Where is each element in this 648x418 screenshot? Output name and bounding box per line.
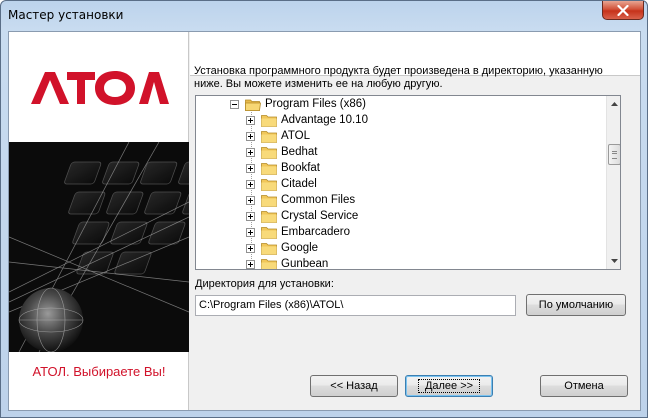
default-path-button[interactable]: По умолчанию <box>526 294 626 316</box>
cancel-button[interactable]: Отмена <box>540 375 628 397</box>
scroll-up-button[interactable] <box>607 96 620 112</box>
folder-icon <box>261 194 277 207</box>
expand-icon[interactable] <box>246 163 255 173</box>
tree-item-label: Bookfat <box>281 162 320 174</box>
install-dir-input[interactable]: C:\Program Files (x86)\ATOL\ <box>195 295 516 316</box>
collapse-icon[interactable] <box>230 99 239 109</box>
tree-item-label: Google <box>281 242 319 254</box>
tree-item[interactable]: Citadel <box>246 176 317 192</box>
expand-icon[interactable] <box>246 131 255 141</box>
arrow-down-icon <box>611 259 618 263</box>
window-title: Мастер установки <box>8 8 124 22</box>
expand-icon[interactable] <box>246 115 255 125</box>
side-banner: АТОЛ. Выбираете Вы! <box>9 32 189 410</box>
folder-icon <box>261 178 277 191</box>
expand-icon[interactable] <box>246 227 255 237</box>
tree-item-label: Gunbean <box>281 258 329 270</box>
tree-item-label: Program Files (x86) <box>265 98 366 110</box>
expand-icon[interactable] <box>246 179 255 189</box>
description-text: Установка программного продукта будет пр… <box>194 65 603 90</box>
expand-icon[interactable] <box>246 259 255 269</box>
expand-icon[interactable] <box>246 243 255 253</box>
tree-item[interactable]: ATOL <box>246 128 310 144</box>
folder-icon <box>261 242 277 255</box>
atol-logo <box>31 71 169 105</box>
arrow-up-icon <box>611 102 618 106</box>
install-dir-label: Директория для установки: <box>195 278 334 290</box>
expand-icon[interactable] <box>246 147 255 157</box>
folder-icon <box>261 146 277 159</box>
tree-item-label: Crystal Service <box>281 210 359 222</box>
tree-item-label: Bedhat <box>281 146 318 158</box>
next-button-label: Далее >> <box>417 379 481 393</box>
default-path-button-label: По умолчанию <box>538 299 614 311</box>
tree-item[interactable]: Gunbean <box>246 256 329 270</box>
tree-item-label: ATOL <box>281 130 310 142</box>
tree-item[interactable]: Crystal Service <box>246 208 358 224</box>
back-button-label: << Назад <box>330 380 378 392</box>
tree-item[interactable]: Common Files <box>246 192 355 208</box>
expand-icon[interactable] <box>246 195 255 205</box>
tree-scrollbar[interactable] <box>606 96 620 269</box>
folder-icon <box>261 258 277 269</box>
close-button[interactable] <box>602 1 644 20</box>
tree-item[interactable]: Advantage 10.10 <box>246 112 368 128</box>
folder-icon <box>261 226 277 239</box>
directory-tree[interactable]: Program Files (x86) Advantage 10.10 ATOL B… <box>195 95 621 270</box>
next-button[interactable]: Далее >> <box>405 375 493 397</box>
tree-item-label: Advantage 10.10 <box>281 114 368 126</box>
folder-icon <box>261 130 277 143</box>
tree-item[interactable]: Bookfat <box>246 160 320 176</box>
expand-icon[interactable] <box>246 211 255 221</box>
cancel-button-label: Отмена <box>564 380 604 392</box>
title-bar[interactable]: Мастер установки <box>1 1 647 31</box>
tree-item[interactable]: Google <box>246 240 318 256</box>
tree-item-label: Common Files <box>281 194 356 206</box>
tree-item[interactable]: Bedhat <box>246 144 317 160</box>
scroll-down-button[interactable] <box>607 253 620 269</box>
folder-icon <box>261 162 277 175</box>
folder-open-icon <box>245 99 261 111</box>
slogan-text: АТОЛ. Выбираете Вы! <box>32 364 166 379</box>
close-icon <box>617 4 629 16</box>
keyboard-globe-image <box>9 142 189 352</box>
tree-item-label: Citadel <box>281 178 317 190</box>
installer-window: Мастер установки АТОЛ. Выбираете Вы! Уст… <box>0 0 648 418</box>
folder-icon <box>261 114 277 127</box>
tree-item-root[interactable]: Program Files (x86) <box>230 96 366 112</box>
folder-icon <box>261 210 277 223</box>
scroll-thumb[interactable] <box>608 144 620 165</box>
tree-item[interactable]: Embarcadero <box>246 224 350 240</box>
back-button[interactable]: << Назад <box>310 375 398 397</box>
tree-item-label: Embarcadero <box>281 226 351 238</box>
